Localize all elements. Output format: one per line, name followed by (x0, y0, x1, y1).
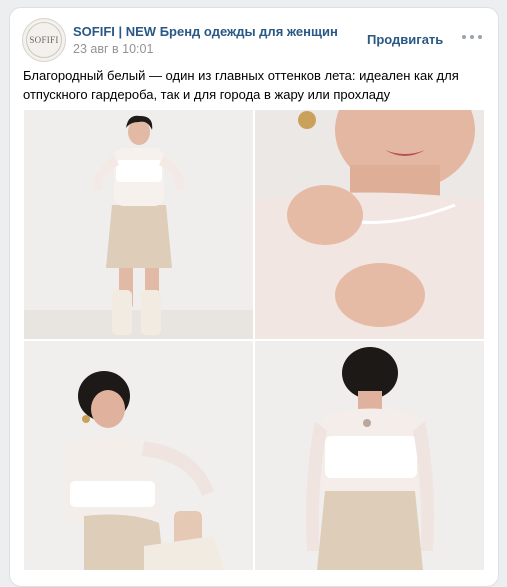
photo-closeup-neckline[interactable] (255, 110, 484, 339)
post-date[interactable]: 23 авг в 10:01 (73, 42, 153, 56)
more-horizontal-icon[interactable] (462, 32, 482, 42)
dot-icon (470, 35, 474, 39)
avatar[interactable]: SOFIFI (22, 18, 66, 62)
dot-icon (462, 35, 466, 39)
dot-icon (478, 35, 482, 39)
post-text: Благородный белый — один из главных отте… (23, 68, 459, 102)
avatar-logo: SOFIFI (26, 22, 62, 58)
promote-button[interactable]: Продвигать (367, 32, 443, 47)
photo-seated-pose[interactable] (24, 341, 253, 570)
post-card: SOFIFI SOFIFI | NEW Бренд одежды для жен… (9, 7, 499, 587)
photo-back-view[interactable] (255, 341, 484, 570)
photo-full-body-standing[interactable] (24, 110, 253, 339)
author-name[interactable]: SOFIFI | NEW Бренд одежды для женщин (73, 24, 338, 39)
